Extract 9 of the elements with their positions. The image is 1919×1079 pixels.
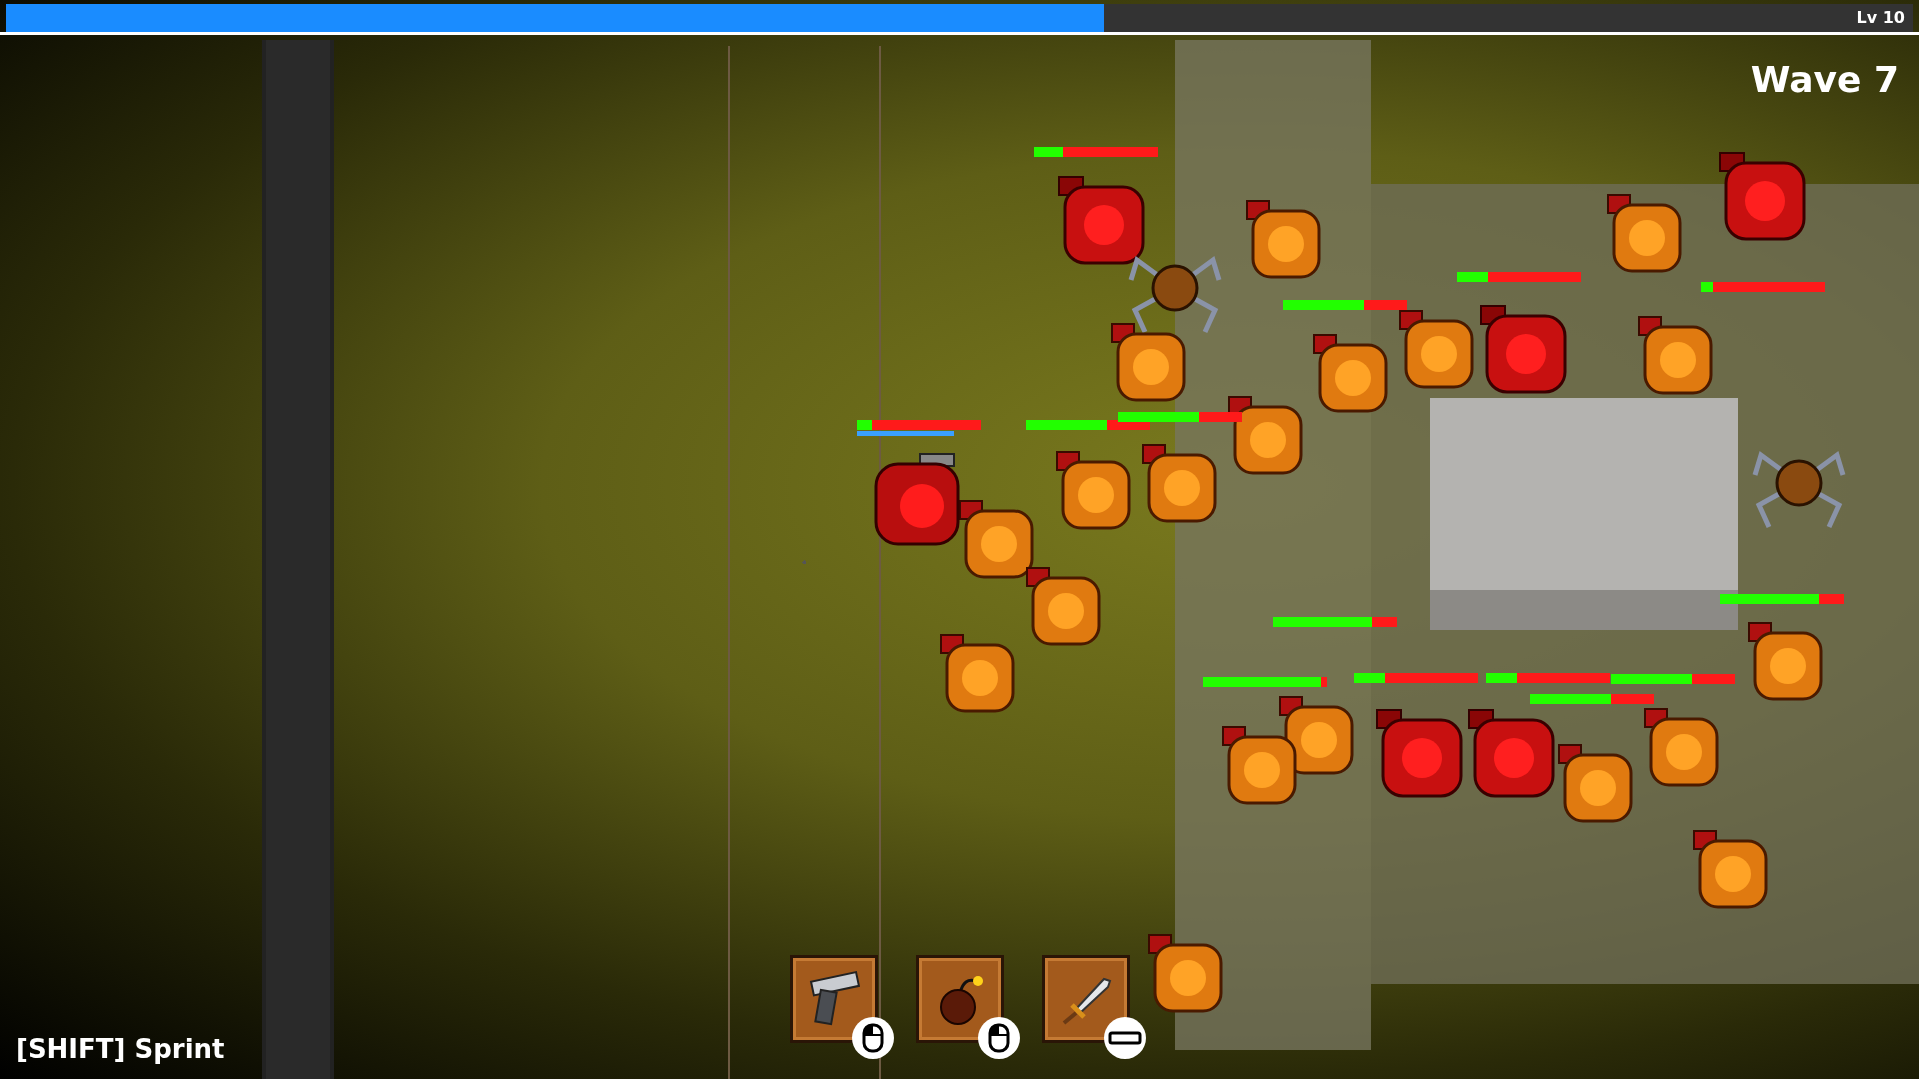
keyboard-key-icon xyxy=(1104,1017,1146,1059)
hotbar-slot[interactable] xyxy=(1042,955,1130,1043)
wave-counter: Wave 7 xyxy=(1750,58,1899,102)
mouse-icon xyxy=(978,1017,1020,1059)
hotbar-slot[interactable] xyxy=(790,955,878,1043)
level-label: Lv 10 xyxy=(1856,7,1905,29)
hotbar-slot[interactable] xyxy=(916,955,1004,1043)
sprint-hint: [SHIFT] Sprint xyxy=(16,1033,225,1066)
mouse-icon xyxy=(852,1017,894,1059)
